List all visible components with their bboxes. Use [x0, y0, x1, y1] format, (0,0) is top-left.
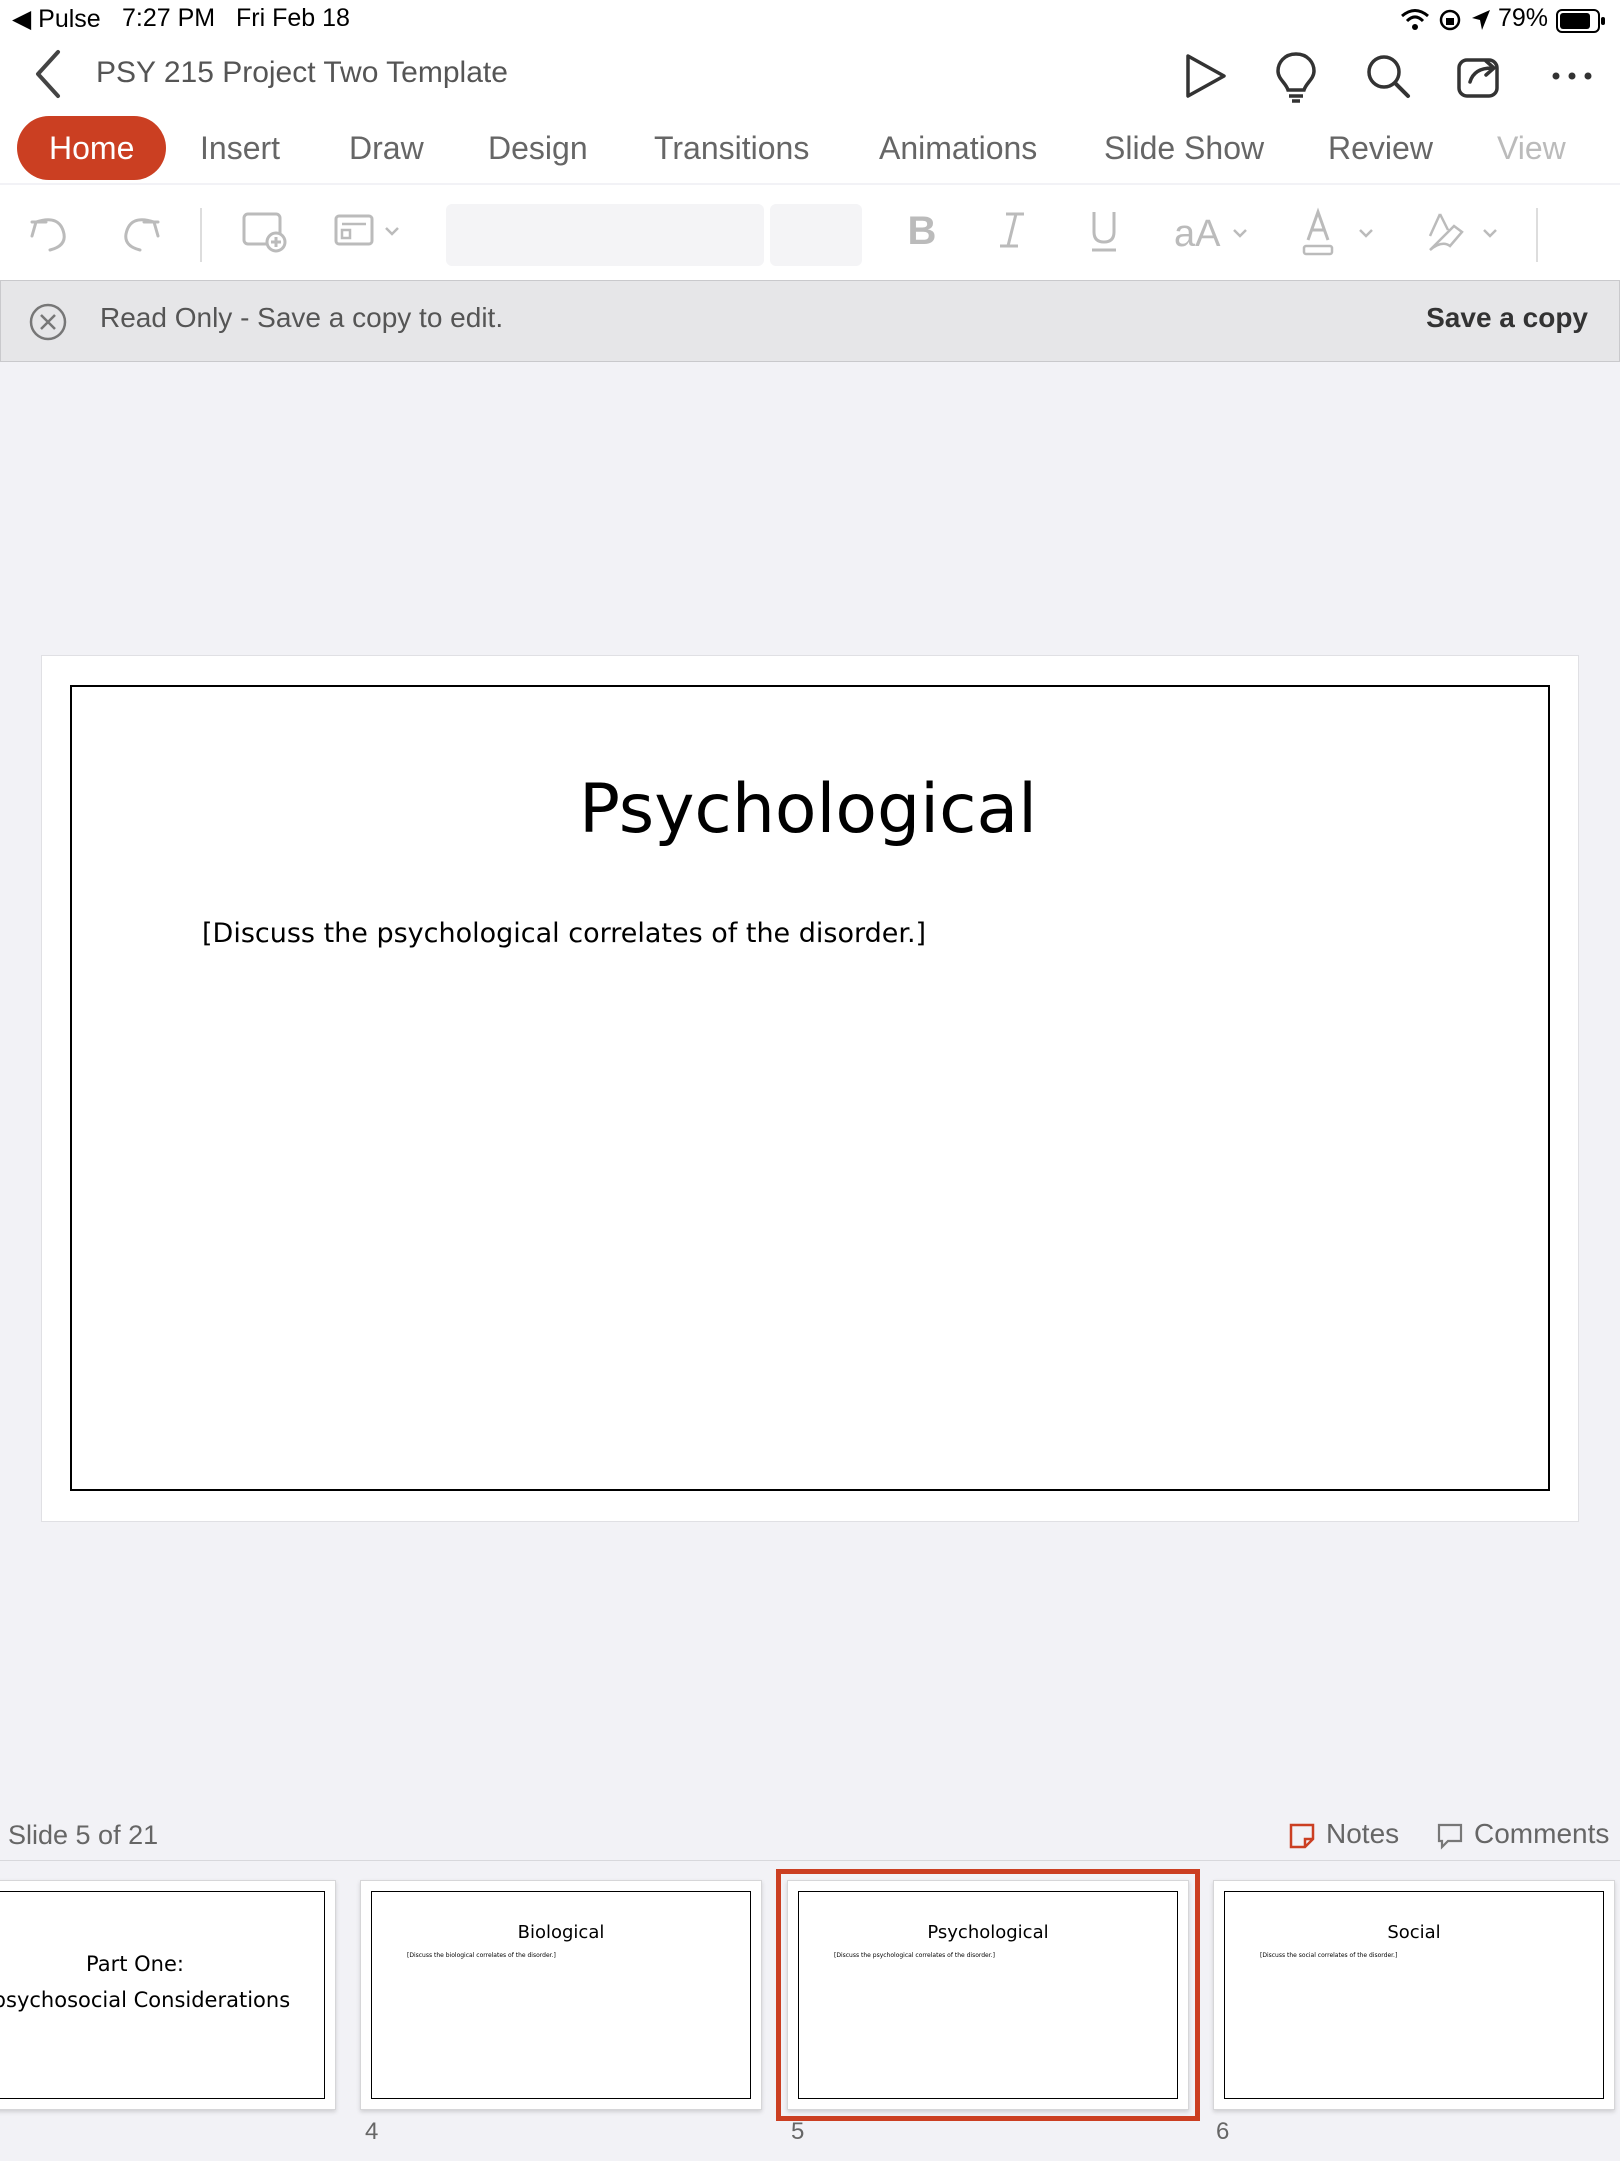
- slide-thumbnail-4[interactable]: Biological [Discuss the biological corre…: [360, 1880, 762, 2110]
- thumbnail-number: 4: [365, 2118, 379, 2145]
- undo-icon[interactable]: [20, 200, 80, 260]
- more-options-icon[interactable]: [1544, 48, 1600, 104]
- search-icon[interactable]: [1360, 48, 1416, 104]
- slide-title[interactable]: Psychological: [70, 770, 1546, 849]
- close-icon[interactable]: [28, 302, 68, 342]
- tab-design[interactable]: Design: [488, 116, 588, 180]
- text-size-icon[interactable]: aA: [1166, 200, 1256, 260]
- thumbnail-frame: Biological [Discuss the biological corre…: [371, 1891, 751, 2099]
- thumbnail-title: Psychological: [927, 1922, 1049, 1943]
- italic-icon[interactable]: [982, 200, 1042, 260]
- tab-animations[interactable]: Animations: [879, 116, 1037, 180]
- battery-percent: 79%: [1498, 4, 1549, 32]
- underline-icon[interactable]: [1074, 200, 1134, 260]
- status-time: 7:27 PM: [122, 4, 216, 32]
- tab-review[interactable]: Review: [1328, 116, 1433, 180]
- bold-icon[interactable]: B: [892, 200, 952, 260]
- slide-thumbnail-5[interactable]: Psychological [Discuss the psychological…: [776, 1869, 1200, 2121]
- back-icon[interactable]: [30, 48, 70, 100]
- svg-text:B: B: [908, 209, 937, 253]
- tab-transitions[interactable]: Transitions: [654, 116, 809, 180]
- tab-view[interactable]: View: [1497, 116, 1566, 180]
- comments-icon[interactable]: [1436, 1822, 1464, 1850]
- slide-counter: Slide 5 of 21: [8, 1820, 159, 1850]
- thumbnail-frame: Social [Discuss the social correlates of…: [1224, 1891, 1604, 2099]
- font-size-box[interactable]: [770, 204, 862, 266]
- redo-icon[interactable]: [110, 200, 170, 260]
- slide-body-text[interactable]: [Discuss the psychological correlates of…: [202, 918, 926, 949]
- back-to-app-link[interactable]: ◀ Pulse: [12, 4, 101, 34]
- thumbnail-title: Part One:: [86, 1952, 184, 1976]
- tab-slide-show[interactable]: Slide Show: [1104, 116, 1264, 180]
- font-color-icon[interactable]: [1294, 200, 1384, 260]
- share-icon[interactable]: [1452, 48, 1508, 104]
- font-name-box[interactable]: [446, 204, 764, 266]
- thumbnail-subtitle: opsychosocial Considerations: [0, 1988, 291, 2012]
- battery-icon: [1556, 8, 1606, 34]
- location-icon: [1470, 8, 1492, 32]
- thumbnail-body: [Discuss the psychological correlates of…: [834, 1952, 995, 1959]
- notes-button[interactable]: Notes: [1326, 1818, 1399, 1850]
- wifi-icon: [1400, 8, 1430, 32]
- new-slide-icon[interactable]: [234, 200, 294, 260]
- tab-draw[interactable]: Draw: [349, 116, 424, 180]
- lightbulb-icon[interactable]: [1268, 48, 1324, 104]
- tab-insert[interactable]: Insert: [200, 116, 280, 180]
- document-title: PSY 215 Project Two Template: [96, 56, 508, 89]
- comments-button[interactable]: Comments: [1474, 1818, 1609, 1850]
- status-bar: ◀ Pulse 7:27 PM Fri Feb 18 79%: [0, 0, 1620, 40]
- thumbnail-body: [Discuss the biological correlates of th…: [407, 1952, 556, 1959]
- slide-thumbnail-6[interactable]: Social [Discuss the social correlates of…: [1213, 1880, 1615, 2110]
- highlight-icon[interactable]: [1418, 200, 1508, 260]
- toolbar-divider: [1536, 208, 1538, 262]
- status-date: Fri Feb 18: [236, 4, 350, 32]
- thumbnail-title: Biological: [517, 1922, 605, 1943]
- read-only-message: Read Only - Save a copy to edit.: [100, 302, 504, 333]
- layout-dropdown-icon[interactable]: [330, 200, 410, 260]
- toolbar-divider: [200, 208, 202, 262]
- thumbnail-frame: Part One: opsychosocial Considerations: [0, 1891, 325, 2099]
- slide-thumbnail-3[interactable]: Part One: opsychosocial Considerations: [0, 1880, 336, 2110]
- svg-text:aA: aA: [1174, 213, 1221, 255]
- thumbnail-title: Social: [1387, 1922, 1441, 1943]
- save-a-copy-button[interactable]: Save a copy: [1426, 302, 1588, 334]
- rotation-lock-icon: [1438, 8, 1462, 32]
- tab-home[interactable]: Home: [17, 116, 167, 180]
- thumbnail-frame: Psychological [Discuss the psychological…: [798, 1891, 1178, 2099]
- play-icon[interactable]: [1176, 48, 1232, 104]
- thumbnail-number: 5: [791, 2118, 805, 2145]
- notes-icon[interactable]: [1288, 1822, 1316, 1850]
- thumbnail-body: [Discuss the social correlates of the di…: [1260, 1952, 1398, 1959]
- thumbnail-number: 6: [1216, 2118, 1230, 2145]
